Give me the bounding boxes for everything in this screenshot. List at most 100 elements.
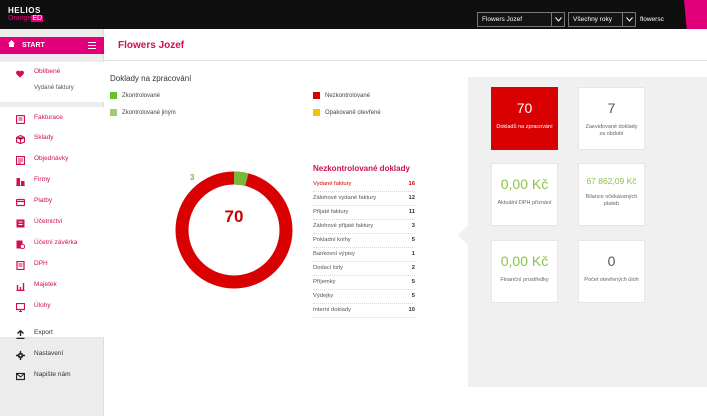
tile-label: Bilance očekávaných plateb [585, 194, 638, 207]
legend-label: Nezkontrolované [325, 93, 371, 99]
legend-swatch [110, 92, 117, 99]
vat-icon [16, 260, 25, 271]
sidebar-item-label: Platby [34, 197, 53, 204]
table-row[interactable]: Pokladní knihy 5 [313, 235, 415, 248]
sidebar-item-ulohy[interactable]: Úlohy [0, 297, 104, 315]
tile-registered-docs[interactable]: 7 Zaevidované doklady za období [578, 87, 645, 150]
sidebar-item-label: DPH [34, 260, 48, 267]
tile-value: 67 862,09 Kč [586, 176, 637, 186]
row-value: 1 [411, 251, 415, 257]
legend-item-checked: Zkontrolované [110, 92, 160, 100]
row-label: Výdejky [313, 293, 334, 299]
sidebar-item-sklady[interactable]: Sklady [0, 129, 104, 147]
orders-icon [15, 155, 26, 166]
table-row[interactable]: Interní doklady 10 [313, 305, 415, 318]
sidebar-item-nastaveni[interactable]: Nastavení [0, 345, 104, 363]
helios-logo[interactable]: HELIOS OrangeED [8, 7, 48, 23]
sidebar-item-label: Účetnictví [34, 218, 63, 225]
table-row[interactable]: Výdejky 5 [313, 291, 415, 304]
sidebar-item-favorites[interactable]: Oblíbené [0, 63, 104, 81]
sidebar-item-label: Export [34, 329, 53, 336]
tile-value: 0,00 Kč [500, 253, 549, 269]
legend-swatch [313, 109, 320, 116]
table-row[interactable]: Vydané faktury 16 [313, 179, 415, 192]
table-row[interactable]: Příjemky 5 [313, 277, 415, 290]
sidebar-item-label: Účetní závěrka [34, 239, 78, 246]
row-value: 2 [411, 265, 415, 271]
sidebar-item-platby[interactable]: Platby [0, 192, 104, 210]
legend-label: Zkontrolované [122, 93, 161, 99]
documents-donut-chart [175, 171, 293, 289]
page-title: Flowers Jozef [118, 40, 185, 51]
sidebar-item-label: Firmy [34, 176, 51, 183]
chevron-down-icon [622, 13, 635, 26]
logo-bottom-badge: ED [31, 15, 44, 22]
mail-icon [15, 371, 26, 381]
tile-value: 70 [516, 100, 533, 116]
tile-value: 0,00 Kč [500, 176, 549, 192]
sidebar-item-ucetnictvi[interactable]: Účetnictví [0, 213, 104, 231]
assets-icon [16, 281, 25, 292]
start-label: START [22, 42, 45, 49]
legend-item-checked-by-other: Zkontrolované jiným [110, 109, 176, 117]
company-select-value: Flowers Jozef [482, 16, 523, 23]
table-row[interactable]: Dodací listy 2 [313, 263, 415, 276]
row-label: Přijaté faktury [313, 209, 349, 215]
chevron-down-icon [551, 13, 564, 26]
start-button[interactable]: START [0, 37, 104, 54]
table-row[interactable]: Zálohové vydané faktury 12 [313, 193, 415, 206]
favorites-link-issued-invoices[interactable]: Vydané faktury [34, 85, 74, 91]
tile-current-vat[interactable]: 0,00 Kč Aktuální DPH přiznání [491, 163, 558, 226]
tasks-icon [15, 302, 26, 312]
row-value: 10 [408, 307, 415, 313]
sidebar-item-ucetni-zaverka[interactable]: Účetní závěrka [0, 234, 104, 252]
companies-icon [16, 176, 25, 187]
sidebar-item-fakturace[interactable]: Fakturace [0, 109, 104, 127]
tile-value: 7 [607, 100, 616, 116]
tile-open-tasks[interactable]: 0 Počet otevřených úloh [578, 240, 645, 303]
row-value: 3 [411, 223, 415, 229]
tile-label: Zaevidované doklady za období [585, 124, 638, 137]
tile-expected-payments[interactable]: 67 862,09 Kč Bilance očekávaných plateb [578, 163, 645, 226]
row-label: Vydané faktury [313, 181, 352, 187]
table-row[interactable]: Bankovní výpisy 1 [313, 249, 415, 262]
table-row[interactable]: Zálohové přijaté faktury 3 [313, 221, 415, 234]
payments-icon [15, 197, 26, 207]
section-title: Doklady na zpracování [110, 74, 192, 83]
sidebar-item-dph[interactable]: DPH [0, 255, 104, 273]
sidebar-item-firmy[interactable]: Firmy [0, 171, 104, 189]
panel-pointer [458, 225, 468, 245]
legend-swatch [313, 92, 320, 99]
menu-toggle-icon[interactable] [88, 42, 96, 51]
sidebar-item-napiste-nam[interactable]: Napište nám [0, 366, 104, 384]
row-value: 16 [408, 181, 415, 187]
tile-label: Finanční prostředky [500, 277, 549, 283]
row-label: Pokladní knihy [313, 237, 351, 243]
year-select[interactable]: Všechny roky [568, 12, 636, 27]
tile-financial-assets[interactable]: 0,00 Kč Finanční prostředky [491, 240, 558, 303]
tile-docs-to-process[interactable]: 70 Dokladů na zpracování [491, 87, 558, 150]
user-menu[interactable]: flowersc [640, 12, 664, 27]
year-select-value: Všechny roky [573, 16, 613, 23]
row-label: Bankovní výpisy [313, 251, 355, 257]
logo-top-text: HELIOS [8, 6, 41, 15]
main-content: Flowers Jozef Doklady na zpracování Zkon… [104, 29, 707, 416]
home-icon [8, 37, 16, 54]
row-value: 5 [411, 293, 415, 299]
warehouse-icon [15, 134, 26, 145]
heart-icon [16, 68, 25, 78]
row-label: Zálohové vydané faktury [313, 195, 377, 201]
table-row[interactable]: Přijaté faktury 11 [313, 207, 415, 220]
sidebar-item-label: Majetek [34, 281, 57, 288]
sidebar-item-majetek[interactable]: Majetek [0, 276, 104, 294]
legend-label: Zkontrolované jiným [122, 110, 176, 116]
accounting-icon [16, 218, 25, 228]
sidebar: START Oblíbené Vydané faktury Fakturace … [0, 29, 104, 416]
title-divider [104, 60, 707, 61]
sidebar-item-export[interactable]: Export [0, 324, 104, 342]
row-label: Dodací listy [313, 265, 343, 271]
sidebar-item-objednavky[interactable]: Objednávky [0, 150, 104, 168]
row-value: 5 [411, 237, 415, 243]
company-select[interactable]: Flowers Jozef [477, 12, 565, 27]
donut-red-segment [175, 171, 293, 289]
